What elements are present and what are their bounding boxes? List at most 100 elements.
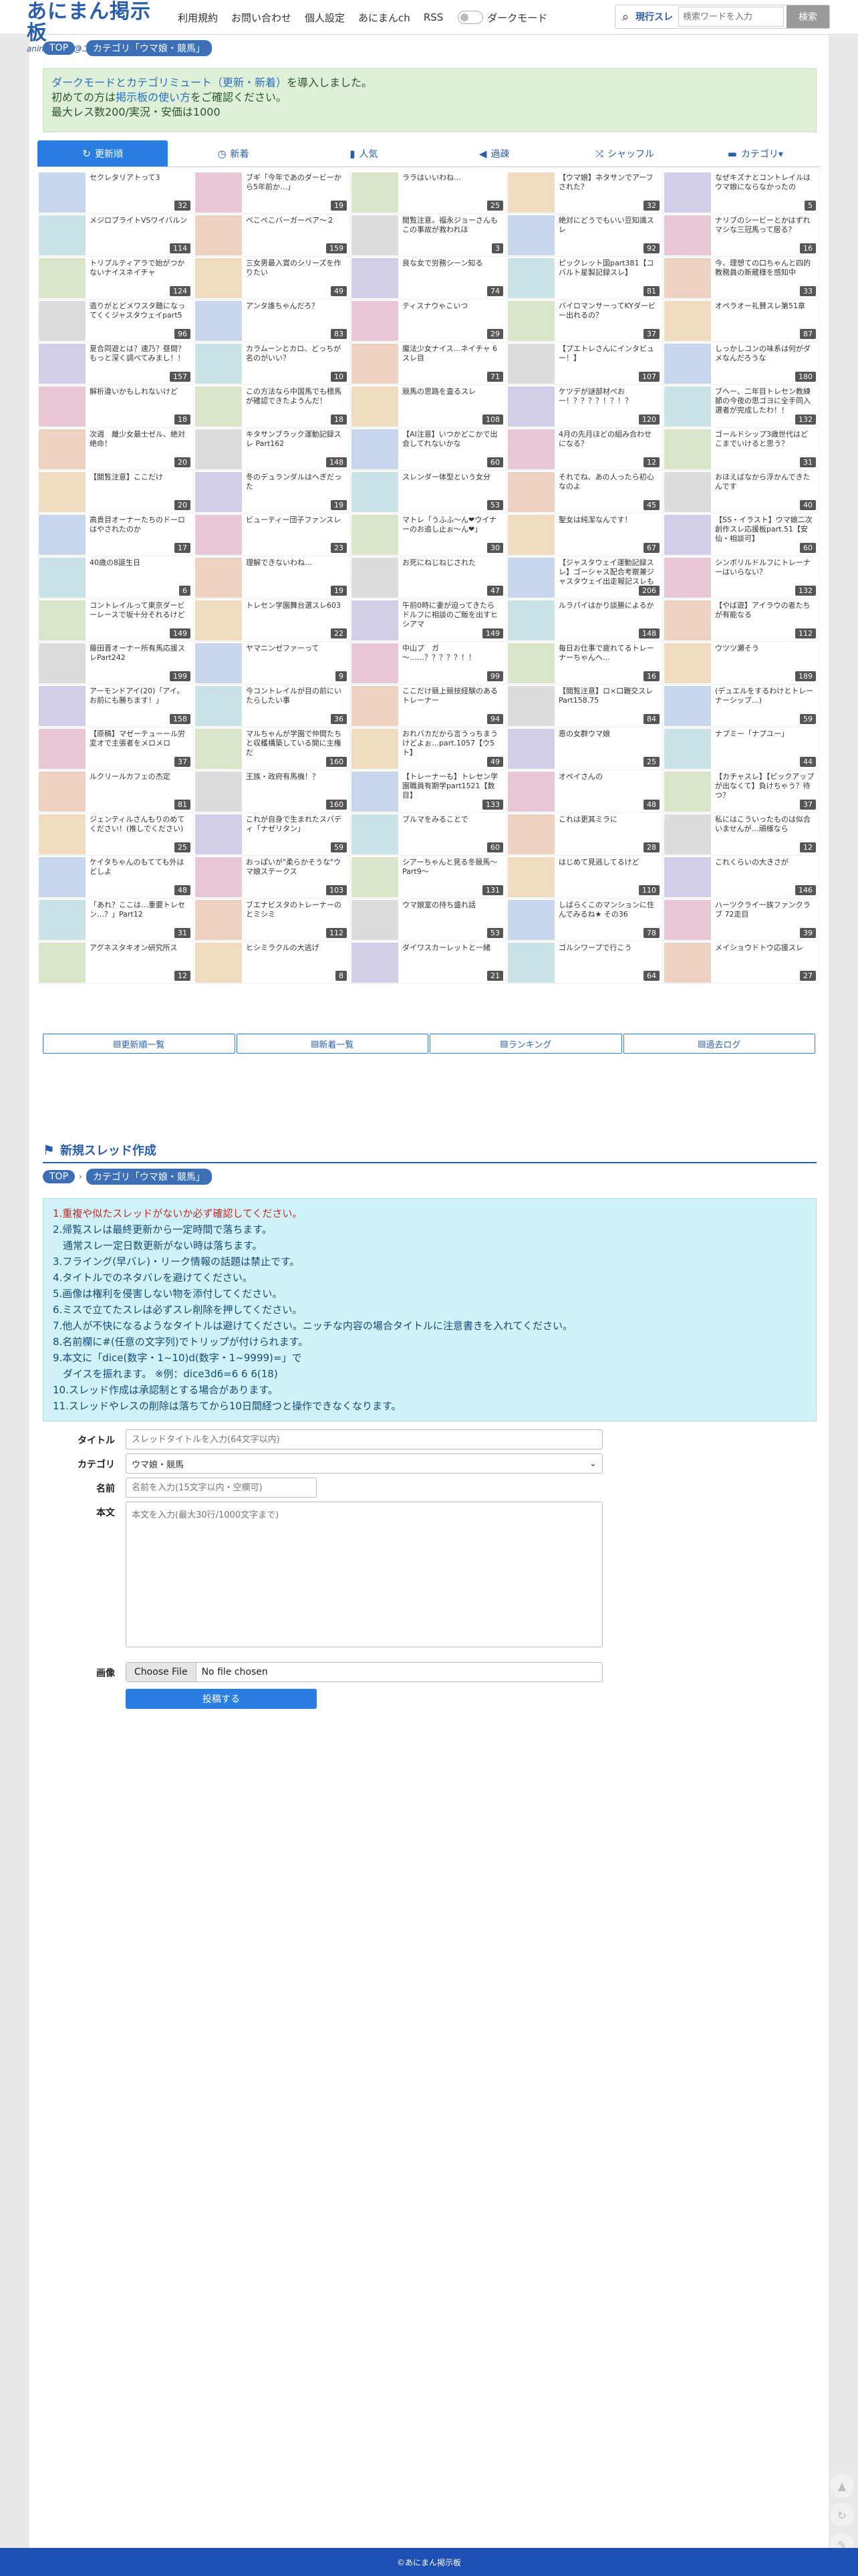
thread-title[interactable]: 「あれ？ここは…重要トレセン…？」Part12 xyxy=(90,901,189,929)
thread-thumbnail[interactable] xyxy=(195,258,242,298)
thread-title[interactable]: 高貴目オーナーたちのドーロはやされたのか xyxy=(90,515,189,544)
thread-thumbnail[interactable] xyxy=(664,600,711,640)
search-input[interactable] xyxy=(678,7,784,27)
thread-item[interactable]: 三女男最入賞のシリーズを作りたい 49 xyxy=(194,257,350,300)
thread-item[interactable]: ブルマをみることで 60 xyxy=(350,813,507,856)
thread-item[interactable]: おれバカだから言うっちまうけどよぉ…part.1057【ウ5ト】 49 xyxy=(350,727,507,770)
thread-thumbnail[interactable] xyxy=(664,515,711,555)
thread-title[interactable]: それでね、あの人ったら初心なのよ xyxy=(559,473,658,501)
thread-thumbnail[interactable] xyxy=(508,729,555,769)
thread-item[interactable]: シンボリルドルフにトレーナーはいらない？ 132 xyxy=(663,556,819,599)
thread-title[interactable]: 私にはこういったものは似合いませんが…頑様なら xyxy=(715,815,815,843)
thread-item[interactable]: 魔法少女ナイス…ネイチャ 6スレ目 71 xyxy=(350,342,507,385)
thread-title[interactable]: 【トレーナーも】トレセン学園職員有期学part1521【数目】 xyxy=(402,772,502,800)
thread-item[interactable]: これくらいの大きさが 146 xyxy=(663,856,819,899)
thread-title[interactable]: 競馬の思路を査るスレ xyxy=(402,387,502,415)
breadcrumb-top[interactable]: TOP xyxy=(43,1170,76,1183)
thread-thumbnail[interactable] xyxy=(508,857,555,897)
thread-title[interactable]: 造りがとどメワスタ聴になってくくジャスタウェイpart5 xyxy=(90,302,189,330)
thread-thumbnail[interactable] xyxy=(664,258,711,298)
image-file-input[interactable]: Choose File No file chosen xyxy=(126,1662,603,1682)
thread-thumbnail[interactable] xyxy=(664,558,711,598)
thread-title[interactable]: これは更其ミラに xyxy=(559,815,658,843)
thread-item[interactable]: それでね、あの人ったら初心なのよ 45 xyxy=(507,471,663,513)
thread-item[interactable]: キタサンブラック運動記録スレ Part162 148 xyxy=(194,428,350,471)
thread-thumbnail[interactable] xyxy=(508,943,555,983)
thread-thumbnail[interactable] xyxy=(39,301,86,341)
thread-title[interactable]: ブルマをみることで xyxy=(402,815,502,843)
thread-thumbnail[interactable] xyxy=(351,472,398,512)
thread-thumbnail[interactable] xyxy=(664,643,711,683)
thread-thumbnail[interactable] xyxy=(195,729,242,769)
thread-title[interactable]: これが自身で生まれたスバディ「ナゼリタン」 xyxy=(246,815,345,843)
thread-item[interactable]: 「あれ？ここは…重要トレセン…？」Part12 31 xyxy=(37,899,194,941)
thread-item[interactable]: 【ウマ娘】ネタサンでアーフされた？ 32 xyxy=(507,171,663,214)
thread-thumbnail[interactable] xyxy=(195,857,242,897)
thread-thumbnail[interactable] xyxy=(195,344,242,384)
notice-dark-mode-link[interactable]: ダークモードとカテゴリミュート（更新・新着） xyxy=(51,76,287,89)
thread-thumbnail[interactable] xyxy=(664,943,711,983)
thread-item[interactable]: 毎日お仕事で疲れてるトレーナーちゃんへ… 16 xyxy=(507,642,663,685)
thread-item[interactable]: 【ジャスタウェイ運動記録スレ】ゴーシャス配合考察兼ジャスタウェイ出走報記スレも 2… xyxy=(507,556,663,599)
thread-title[interactable]: アグネスタキオン研究所ス xyxy=(90,943,189,971)
thread-title[interactable]: ケツデが謎部材ぺお一！？？？？！？！？ xyxy=(559,387,658,415)
thread-title[interactable]: 中山プ ガ～……？？？？？！！ xyxy=(402,644,502,672)
thread-title[interactable]: 次週 離少女最士ゼル、絶対絶命！ xyxy=(90,430,189,458)
thread-thumbnail[interactable] xyxy=(664,301,711,341)
thread-title[interactable]: 【ジャスタウェイ運動記録スレ】ゴーシャス配合考察兼ジャスタウェイ出走報記スレも xyxy=(559,558,658,586)
ranking-link[interactable]: ▤ ランキング xyxy=(430,1034,622,1054)
thread-thumbnail[interactable] xyxy=(664,729,711,769)
thread-title[interactable]: カラムーンとカロ、どっちが名のがいい？ xyxy=(246,344,345,372)
thread-thumbnail[interactable] xyxy=(508,472,555,512)
thread-item[interactable]: 【やば遊】アイラウの者たちが有能なる 112 xyxy=(663,599,819,642)
thread-thumbnail[interactable] xyxy=(195,558,242,598)
thread-item[interactable]: マルちゃんが学園で仲間たちと収穫構築している開に主権だ 160 xyxy=(194,727,350,770)
thread-title[interactable]: 【AI注意】いつかどこかで出会してれないかな xyxy=(402,430,502,458)
thread-item[interactable]: 良な女で労務シーン知る 74 xyxy=(350,257,507,300)
thread-item[interactable]: 中山プ ガ～……？？？？？！！ 99 xyxy=(350,642,507,685)
thread-item[interactable]: 絶対にどうでもいい豆知識スレ 92 xyxy=(507,214,663,257)
thread-item[interactable]: 4月の先月ほどの組み合わせになる？ 12 xyxy=(507,428,663,471)
thread-title[interactable]: 解析違いかもしれないけど xyxy=(90,387,189,415)
thread-title[interactable]: しばらくこのマンションに住んでみるね★ その36 xyxy=(559,901,658,929)
thread-title[interactable]: 魔法少女ナイス…ネイチャ 6スレ目 xyxy=(402,344,502,372)
thread-item[interactable]: 藤田晋オーナー所有馬応援スレPart242 199 xyxy=(37,642,194,685)
thread-title[interactable]: セクレタリアトって3 xyxy=(90,173,189,201)
thread-thumbnail[interactable] xyxy=(351,600,398,640)
thread-title[interactable]: トレセン学園舞台選スレ603 xyxy=(246,601,345,629)
thread-title[interactable]: トリプルティアラで始がつかないナイスネイチャ xyxy=(90,259,189,287)
thread-title[interactable]: 40歳の8誕生日 xyxy=(90,558,189,586)
thread-item[interactable]: (デュエルをするわけとトレーナーシップ…) 59 xyxy=(663,685,819,727)
thread-title[interactable]: 毎日お仕事で疲れてるトレーナーちゃんへ… xyxy=(559,644,658,672)
thread-title[interactable]: 【閲覧注意】ここだけ xyxy=(90,473,189,501)
thread-title[interactable]: ハーツクライ一族ファンクラブ 72走目 xyxy=(715,901,815,929)
thread-item[interactable]: オペイさんの 48 xyxy=(507,770,663,813)
nav-terms-link[interactable]: 利用規約 xyxy=(178,11,218,25)
tab-3[interactable]: ◀ 過疎 xyxy=(428,140,560,167)
thread-thumbnail[interactable] xyxy=(508,643,555,683)
thread-item[interactable]: 次週 離少女最士ゼル、絶対絶命！ 20 xyxy=(37,428,194,471)
thread-thumbnail[interactable] xyxy=(664,472,711,512)
thread-item[interactable]: ルラパイはかり談勝によるか 148 xyxy=(507,599,663,642)
thread-thumbnail[interactable] xyxy=(508,344,555,384)
thread-thumbnail[interactable] xyxy=(508,900,555,940)
thread-item[interactable]: お死にねじねじされた 47 xyxy=(350,556,507,599)
thread-item[interactable]: 【SS・イラスト】ウマ娘二次創作スレ応援板part.51【安仙・相談可】 60 xyxy=(663,513,819,556)
thread-title[interactable]: 王族・政府有馬機！？ xyxy=(246,772,345,800)
thread-item[interactable]: ぺこぺこバーガーペア～２ 159 xyxy=(194,214,350,257)
thread-title[interactable]: ルクリールカフェの杰定 xyxy=(90,772,189,800)
thread-thumbnail[interactable] xyxy=(351,258,398,298)
thread-title[interactable]: ルラパイはかり談勝によるか xyxy=(559,601,658,629)
thread-item[interactable]: 午前0時に妻が迫ってきたらドルフに相談のご飯を出すヒシアマ 149 xyxy=(350,599,507,642)
thread-item[interactable]: ヤマニンゼファーって 9 xyxy=(194,642,350,685)
thread-thumbnail[interactable] xyxy=(39,943,86,983)
thread-title[interactable]: 閲覧注意。福永ジョーさんもこの事故が救われほ xyxy=(402,216,502,244)
thread-item[interactable]: ここだけ競上競技経験のあるトレーナー 94 xyxy=(350,685,507,727)
thread-item[interactable]: 恩の女群ウマ娘 25 xyxy=(507,727,663,770)
thread-title[interactable]: メジロブライトVSワイバルン xyxy=(90,216,189,244)
thread-item[interactable]: 【トレーナーも】トレセン学園職員有期学part1521【数目】 133 xyxy=(350,770,507,813)
thread-thumbnail[interactable] xyxy=(195,600,242,640)
thread-title[interactable]: ブエナビスタのトレーナーのとミシミ xyxy=(246,901,345,929)
thread-item[interactable]: 今コントレイルが目の前にいたらしたい事 36 xyxy=(194,685,350,727)
thread-title[interactable]: アーモンドアイ(20)「アイ。お前にも勝ちます！」 xyxy=(90,687,189,715)
